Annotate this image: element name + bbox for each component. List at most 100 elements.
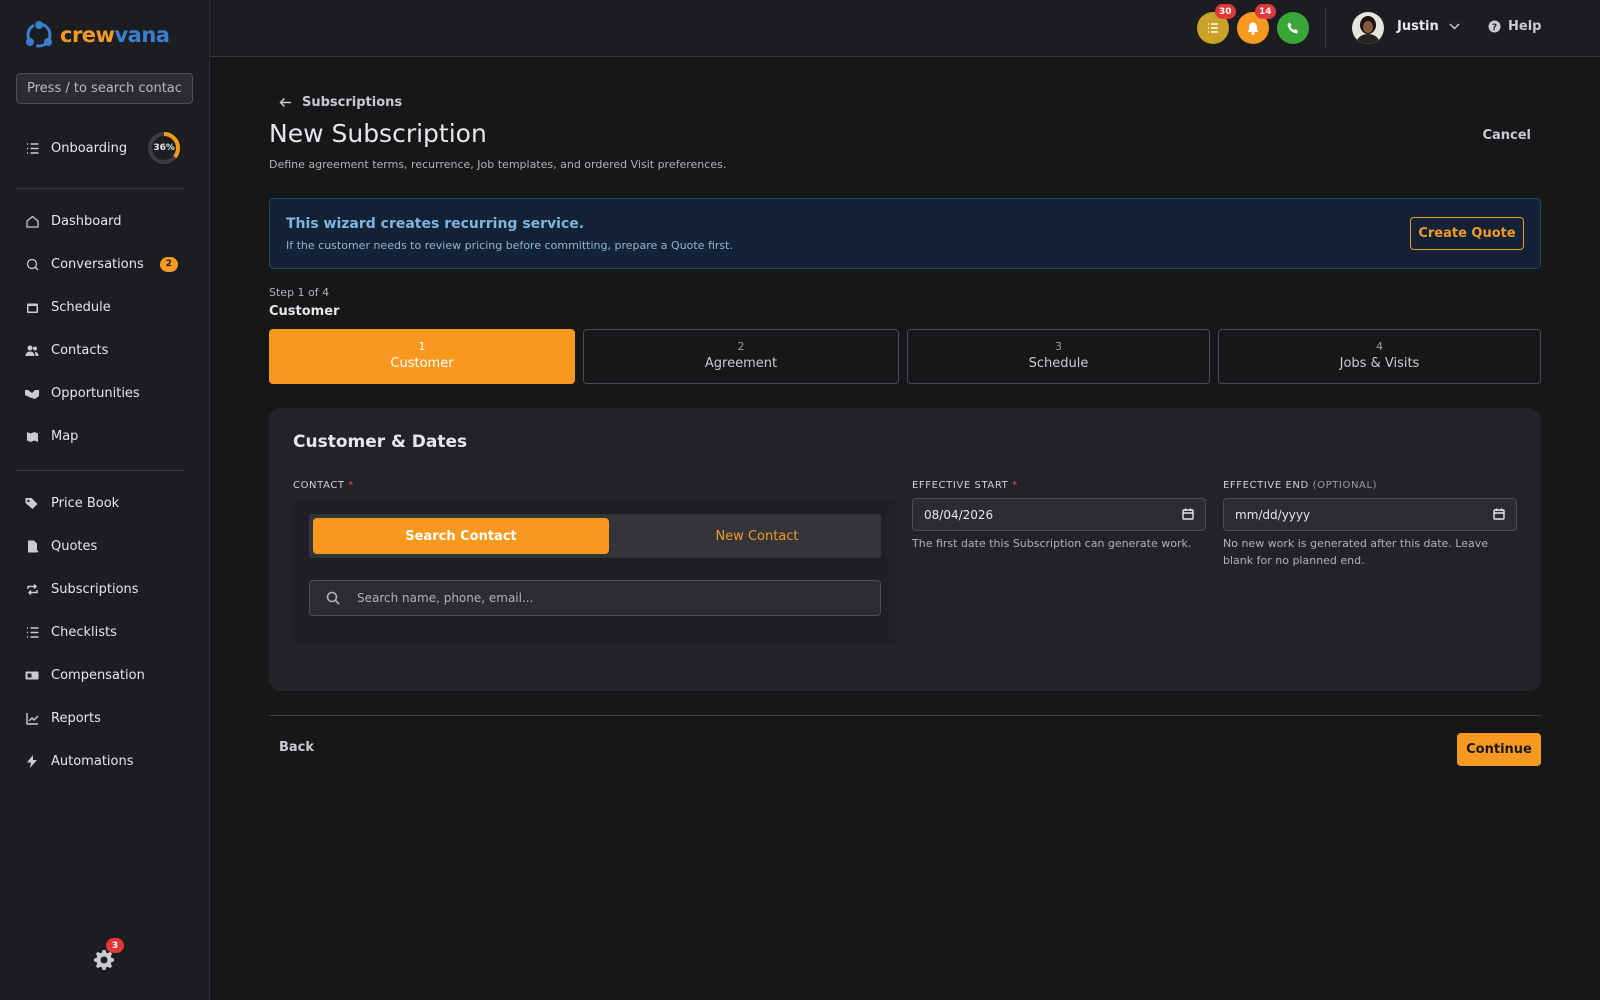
banner-title: This wizard creates recurring service.: [286, 216, 585, 232]
step-label: Customer: [390, 356, 454, 371]
back-button[interactable]: Back: [279, 740, 314, 755]
user-name: Justin: [1397, 19, 1439, 34]
search-icon: [326, 591, 340, 605]
calendar-icon: [25, 300, 39, 314]
sidebar-item-label: Dashboard: [51, 213, 122, 229]
logo-icon: [26, 21, 52, 48]
sidebar-item-reports[interactable]: Reports: [16, 701, 186, 735]
bell-icon: [1247, 22, 1259, 35]
bolt-icon: [25, 754, 39, 768]
contact-label: Contact *: [293, 480, 355, 491]
avatar[interactable]: [1352, 12, 1384, 44]
tags-icon: [25, 496, 39, 510]
back-to-subscriptions-link[interactable]: Subscriptions: [279, 95, 402, 110]
home-icon: [25, 214, 39, 228]
help-label: Help: [1508, 19, 1542, 34]
sidebar-item-label: Checklists: [51, 624, 117, 640]
sidebar-item-label: Compensation: [51, 667, 145, 683]
sidebar-item-label: Opportunities: [51, 385, 140, 401]
brand-logo[interactable]: crewvana: [22, 18, 170, 52]
money-icon: [25, 668, 39, 682]
tasks-button[interactable]: 30: [1197, 4, 1236, 44]
help-circle-icon: ?: [1488, 20, 1501, 33]
svg-text:?: ?: [1492, 23, 1497, 33]
current-step-title: Customer: [269, 304, 340, 319]
sidebar-divider: [16, 470, 185, 471]
task-list-icon: [1208, 23, 1218, 33]
sidebar-item-dashboard[interactable]: Dashboard: [16, 204, 186, 238]
section-title: Customer & Dates: [293, 432, 468, 452]
page-subtitle: Define agreement terms, recurrence, Job …: [269, 158, 727, 171]
sidebar-item-quotes[interactable]: Quotes: [16, 529, 186, 563]
sidebar-item-schedule[interactable]: Schedule: [16, 290, 186, 324]
step-schedule[interactable]: 3 Schedule: [907, 329, 1210, 384]
step-number: 2: [737, 340, 745, 353]
calendar-icon[interactable]: [1493, 508, 1505, 520]
continue-button[interactable]: Continue: [1457, 733, 1541, 766]
sidebar-item-compensation[interactable]: Compensation: [16, 658, 186, 692]
notifications-badge: 14: [1255, 4, 1276, 19]
effective-start-label: Effective Start *: [912, 480, 1018, 491]
sidebar-item-subscriptions[interactable]: Subscriptions: [16, 572, 186, 606]
search-contact-button[interactable]: Search Contact: [313, 518, 609, 554]
settings-badge: 3: [106, 938, 124, 953]
new-contact-button[interactable]: New Contact: [609, 518, 905, 554]
sidebar-item-onboarding[interactable]: Onboarding 36%: [16, 131, 186, 165]
settings-button[interactable]: 3: [93, 938, 124, 971]
repeat-icon: [25, 582, 39, 596]
sidebar-item-price-book[interactable]: Price Book: [16, 486, 186, 520]
contact-search-input[interactable]: [357, 581, 872, 615]
sidebar-search-input[interactable]: [16, 73, 193, 104]
step-indicator: Step 1 of 4: [269, 286, 330, 299]
notifications-button[interactable]: 14: [1237, 4, 1276, 44]
sidebar-item-conversations[interactable]: Conversations 2: [16, 247, 186, 281]
brand-name-part1: crew: [60, 23, 115, 47]
cancel-button[interactable]: Cancel: [1482, 128, 1531, 143]
sidebar-item-label: Contacts: [51, 342, 109, 358]
sidebar-item-label: Quotes: [51, 538, 98, 554]
create-quote-button[interactable]: Create Quote: [1410, 217, 1524, 250]
chat-icon: [25, 257, 39, 271]
sidebar-item-map[interactable]: Map: [16, 419, 186, 453]
calendar-icon[interactable]: [1182, 508, 1194, 520]
optional-mark: (Optional): [1312, 480, 1378, 491]
sidebar-item-label: Automations: [51, 753, 134, 769]
sidebar-item-contacts[interactable]: Contacts: [16, 333, 186, 367]
step-jobs-visits[interactable]: 4 Jobs & Visits: [1218, 329, 1541, 384]
footer-divider: [269, 715, 1541, 716]
checklist-icon: [25, 625, 39, 639]
phone-button[interactable]: [1277, 12, 1309, 44]
chart-icon: [25, 711, 39, 725]
help-link[interactable]: ? Help: [1488, 19, 1541, 34]
map-icon: [25, 429, 39, 443]
top-bar: 30 14 Justin ? Help: [210, 0, 1600, 57]
effective-start-input[interactable]: 08/04/2026: [912, 498, 1206, 531]
chevron-down-icon: [1449, 23, 1460, 30]
sidebar-item-label: Subscriptions: [51, 581, 139, 597]
sidebar-item-opportunities[interactable]: Opportunities: [16, 376, 186, 410]
phone-icon: [1287, 22, 1298, 34]
step-number: 1: [418, 340, 426, 353]
sidebar-item-label: Price Book: [51, 495, 120, 511]
sidebar-item-automations[interactable]: Automations: [16, 744, 186, 778]
effective-start-value: 08/04/2026: [924, 507, 994, 522]
sidebar-item-label: Onboarding: [51, 140, 128, 156]
conversations-badge: 2: [159, 256, 178, 272]
required-mark: *: [348, 480, 355, 491]
step-number: 3: [1055, 340, 1062, 353]
page-title: New Subscription: [269, 119, 487, 148]
sidebar-item-label: Schedule: [51, 299, 111, 315]
sidebar-divider: [16, 188, 185, 189]
back-link-label: Subscriptions: [302, 95, 403, 110]
contact-picker: Search Contact New Contact: [293, 498, 895, 646]
handshake-icon: [25, 386, 39, 400]
user-menu[interactable]: Justin: [1397, 19, 1460, 34]
step-agreement[interactable]: 2 Agreement: [583, 329, 899, 384]
onboarding-progress-ring: 36%: [147, 131, 181, 165]
effective-end-input[interactable]: mm/dd/yyyy: [1223, 498, 1517, 531]
sidebar-item-checklists[interactable]: Checklists: [16, 615, 186, 649]
required-mark: *: [1012, 480, 1018, 491]
users-icon: [25, 343, 39, 357]
step-customer[interactable]: 1 Customer: [269, 329, 575, 384]
sidebar-item-label: Map: [51, 428, 79, 444]
